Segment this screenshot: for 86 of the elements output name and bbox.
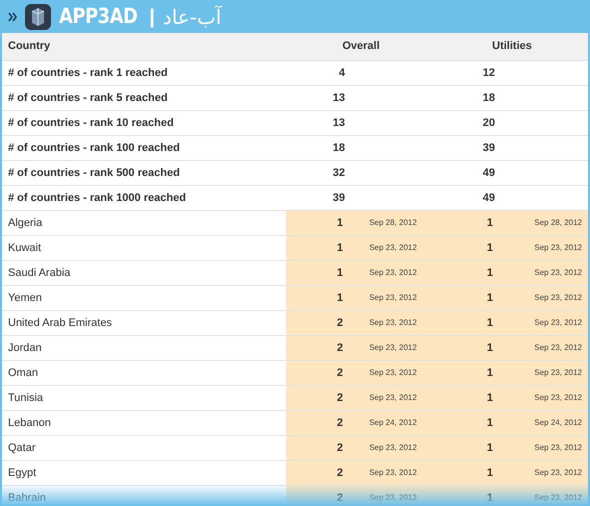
table-cell-text: # of countries - rank 1000 reached [7, 190, 187, 206]
table-cell-text: Yemen [7, 290, 43, 306]
table-cell-text: 49 [482, 190, 496, 206]
column-header: Utilities [491, 39, 533, 54]
table-cell: 2 [286, 311, 350, 335]
table-cell: Sep 23, 2012 [350, 461, 436, 485]
table-cell: Sep 23, 2012 [350, 436, 436, 460]
table-cell: Sep 23, 2012 [498, 361, 588, 385]
table-cell-text: Kuwait [7, 240, 42, 256]
table-cell: 1 [436, 261, 498, 285]
table-cell: 1 [436, 286, 498, 310]
table-cell: 1 [436, 336, 498, 360]
table-cell: Sep 23, 2012 [350, 286, 436, 310]
table-cell-text: 32 [332, 166, 346, 181]
table-cell-text: Algeria [7, 216, 44, 231]
table-cell-text: Bahrain [7, 490, 47, 506]
table-cell: Sep 23, 2012 [498, 386, 588, 410]
table-cell: Sep 28, 2012 [350, 211, 436, 235]
table-cell-text: United Arab Emirates [7, 316, 113, 331]
table-cell: Sep 23, 2012 [350, 486, 436, 506]
table-cell: 1 [436, 386, 498, 410]
table-cell: 2 [286, 461, 350, 485]
table-cell: 1 [436, 411, 498, 435]
table-cell-text: Qatar [7, 440, 37, 456]
table-cell-text: # of countries - rank 1 reached [7, 66, 169, 81]
table-cell-text: Oman [7, 366, 39, 381]
title-separator: | [149, 4, 155, 30]
table-cell-text: 20 [482, 116, 496, 131]
table-cell: Sep 23, 2012 [350, 386, 436, 410]
table-cell-text: 13 [332, 116, 346, 131]
table-cell: Sep 23, 2012 [498, 286, 588, 310]
table-cell-text: Egypt [7, 466, 38, 481]
table-cell-text: 18 [332, 140, 346, 156]
logo-icon [25, 4, 51, 30]
table-cell: 1 [286, 286, 350, 310]
table-cell: 1 [286, 211, 350, 235]
table-cell-text: # of countries - rank 500 reached [7, 166, 181, 181]
table-cell-text: Lebanon [7, 416, 52, 431]
table-cell-text: 18 [482, 90, 496, 106]
table-cell-text: # of countries - rank 100 reached [7, 140, 181, 156]
brand-title: APP3AD [59, 2, 138, 30]
table-cell: Sep 23, 2012 [350, 361, 436, 385]
table-cell: Sep 23, 2012 [350, 261, 436, 285]
table-cell: 2 [286, 361, 350, 385]
table-cell-text: # of countries - rank 5 reached [7, 90, 169, 106]
table-cell: 1 [286, 261, 350, 285]
table-cell: Sep 23, 2012 [498, 461, 588, 485]
table-cell-text: Tunisia [7, 390, 44, 406]
table-cell-text: 13 [332, 90, 346, 106]
table-cell: Sep 24, 2012 [350, 411, 436, 435]
table-cell: 2 [286, 486, 350, 506]
table-cell: Sep 23, 2012 [350, 336, 436, 360]
table-cell: Sep 23, 2012 [498, 436, 588, 460]
table-cell: 1 [436, 461, 498, 485]
brand-arabic-title: آب-عاد [162, 4, 222, 30]
table-cell: 1 [436, 236, 498, 260]
table-cell-text: # of countries - rank 10 reached [7, 116, 175, 131]
table-cell: Sep 23, 2012 [350, 311, 436, 335]
table-cell: Sep 23, 2012 [498, 236, 588, 260]
table-cell: 1 [286, 236, 350, 260]
table-cell-text: 4 [338, 66, 346, 81]
table-cell-text: 39 [332, 190, 346, 206]
table-cell-text: 49 [482, 166, 496, 181]
table-cell: Sep 23, 2012 [498, 261, 588, 285]
column-header: Overall [341, 39, 381, 54]
table-cell: 2 [286, 436, 350, 460]
table-cell: 2 [286, 411, 350, 435]
double-chevron-icon[interactable] [8, 12, 17, 22]
table-cell: Sep 23, 2012 [350, 236, 436, 260]
table-cell: 1 [436, 436, 498, 460]
table-cell: 2 [286, 336, 350, 360]
table-cell: 1 [436, 486, 498, 506]
table-cell-text: 12 [482, 66, 496, 81]
table-cell: 1 [436, 311, 498, 335]
column-header: Country [7, 39, 52, 54]
table-cell: 1 [436, 361, 498, 385]
table-cell: Sep 23, 2012 [498, 336, 588, 360]
table-cell: Sep 24, 2012 [498, 411, 588, 435]
table-cell-text: Saudi Arabia [7, 266, 72, 281]
table-cell: 1 [436, 211, 498, 235]
table-cell-text: Jordan [7, 340, 43, 356]
table-cell: 2 [286, 386, 350, 410]
table-cell-text: 39 [482, 140, 496, 156]
table-cell: Sep 23, 2012 [498, 486, 588, 506]
table-cell: Sep 23, 2012 [498, 311, 588, 335]
table-cell: Sep 28, 2012 [498, 211, 588, 235]
